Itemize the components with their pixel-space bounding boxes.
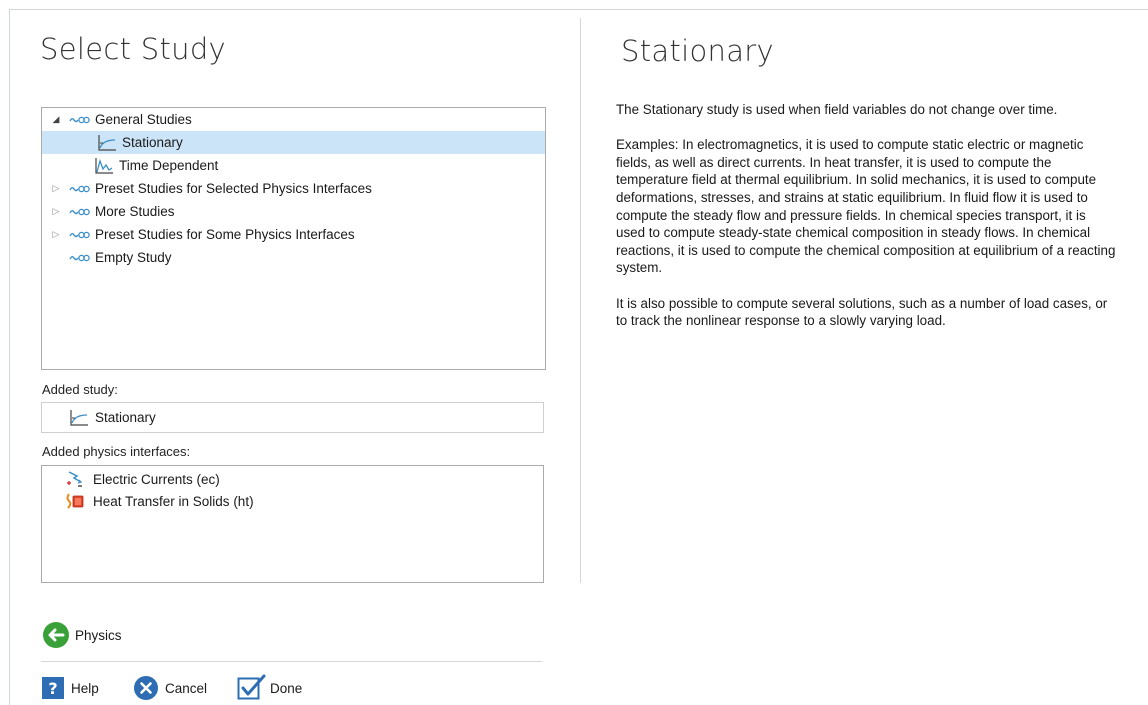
stationary-icon [98,134,116,151]
added-study-label: Added study: [42,382,118,397]
collapsed-arrow-icon[interactable]: ▷ [51,229,61,240]
study-group-icon [69,116,90,123]
cancel-button[interactable]: Cancel [133,674,207,702]
expanded-arrow-icon[interactable]: ◢ [51,114,61,125]
collapsed-arrow-icon[interactable]: ▷ [51,183,61,194]
collapsed-arrow-icon[interactable]: ▷ [51,206,61,217]
back-button-label: Physics [75,627,122,643]
description-paragraph: It is also possible to compute several s… [616,295,1108,329]
tree-item-label: General Studies [95,112,192,127]
tree-item-label: Empty Study [95,250,172,265]
list-item-label: Electric Currents (ec) [93,471,220,487]
study-tree[interactable]: ◢ General Studies Stationary Time Depend… [41,107,546,370]
electric-currents-icon [67,471,83,487]
added-physics-label: Added physics interfaces: [42,444,191,459]
arrow-left-icon [43,622,69,648]
added-study-field: Stationary [41,402,544,433]
done-button[interactable]: Done [237,674,302,702]
study-description: The Stationary study is used when field … [616,101,1116,347]
page-title: Select Study [40,32,227,66]
tree-item-empty-study[interactable]: Empty Study [42,246,545,269]
added-study-value: Stationary [95,410,156,425]
done-button-label: Done [270,680,303,696]
tree-item-time-dependent[interactable]: Time Dependent [42,154,545,177]
list-item[interactable]: Heat Transfer in Solids (ht) [42,490,254,512]
study-group-icon [69,231,90,238]
help-button-label: Help [71,680,99,696]
help-icon: ? [42,677,64,699]
description-paragraph: Examples: In electromagnetics, it is use… [616,137,1116,276]
list-item[interactable]: Electric Currents (ec) [42,468,220,490]
tree-item-label: Preset Studies for Some Physics Interfac… [95,227,355,242]
stationary-icon [70,409,88,426]
tree-item-preset-some[interactable]: ▷ Preset Studies for Some Physics Interf… [42,223,545,246]
study-group-icon [69,185,90,192]
svg-text:?: ? [48,679,57,698]
time-dependent-icon [95,157,113,174]
study-group-icon [69,208,90,215]
back-to-physics-button[interactable]: Physics [41,621,122,649]
list-item-label: Heat Transfer in Solids (ht) [93,493,254,509]
cancel-icon [134,676,158,700]
tree-item-label: Time Dependent [119,158,219,173]
tree-item-general-studies[interactable]: ◢ General Studies [42,108,545,131]
study-group-icon [69,254,90,261]
tree-item-label: Stationary [122,135,183,150]
tree-item-stationary[interactable]: Stationary [42,131,545,154]
added-physics-list[interactable]: Electric Currents (ec) Heat Transfer in … [41,465,544,583]
tree-item-preset-selected[interactable]: ▷ Preset Studies for Selected Physics In… [42,177,545,200]
cancel-button-label: Cancel [165,680,208,696]
help-button[interactable]: ? Help [41,674,99,702]
done-checkbox-icon [237,674,266,700]
tree-item-label: More Studies [95,204,175,219]
heat-transfer-icon [66,493,84,509]
horizontal-divider [41,661,542,662]
vertical-divider [580,18,581,583]
study-description-title: Stationary [621,34,774,68]
tree-item-label: Preset Studies for Selected Physics Inte… [95,181,372,196]
tree-item-more-studies[interactable]: ▷ More Studies [42,200,545,223]
description-paragraph: The Stationary study is used when field … [616,102,1058,117]
